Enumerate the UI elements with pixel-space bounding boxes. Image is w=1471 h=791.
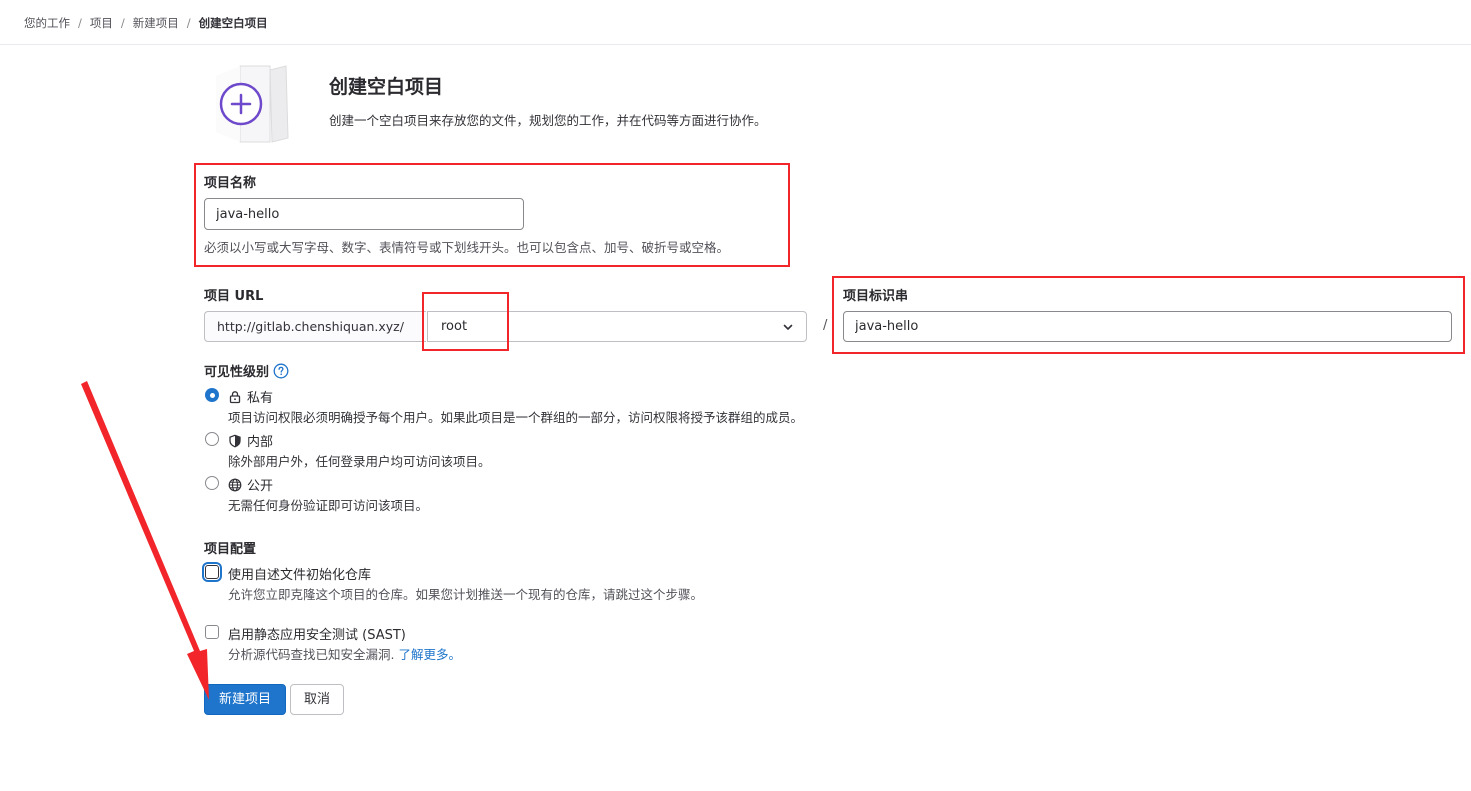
breadcrumb-projects[interactable]: 项目 — [90, 15, 113, 31]
breadcrumb-separator: / — [120, 16, 125, 30]
breadcrumb-separator: / — [78, 16, 82, 30]
learn-more-link[interactable]: 了解更多。 — [398, 647, 461, 662]
project-name-label: 项目名称 — [204, 176, 257, 191]
visibility-desc-internal: 除外部用户外，任何登录用户均可访问该项目。 — [228, 454, 491, 469]
sast-desc-text: 分析源代码查找已知安全漏洞. — [228, 647, 395, 662]
namespace-value: root — [441, 319, 468, 334]
header-divider — [0, 44, 1471, 45]
page-description: 创建一个空白项目来存放您的文件，规划您的工作，并在代码等方面进行协作。 — [329, 113, 767, 128]
cancel-button[interactable]: 取消 — [290, 684, 344, 715]
visibility-label-public: 公开 — [247, 479, 274, 494]
readme-option-desc: 允许您立即克隆这个项目的仓库。如果您计划推送一个现有的仓库，请跳过这个步骤。 — [228, 587, 704, 602]
create-project-button[interactable]: 新建项目 — [204, 684, 286, 715]
breadcrumb-separator: / — [186, 16, 191, 30]
visibility-radio-public[interactable] — [205, 476, 219, 490]
project-name-input[interactable] — [204, 198, 524, 230]
visibility-radio-private[interactable] — [205, 388, 219, 402]
globe-icon — [228, 478, 242, 491]
project-url-prefix: http://gitlab.chenshiquan.xyz/ — [204, 311, 426, 342]
visibility-desc-public: 无需任何身份验证即可访问该项目。 — [228, 498, 429, 513]
readme-option-label[interactable]: 使用自述文件初始化仓库 — [228, 564, 371, 583]
shield-icon — [229, 434, 241, 447]
visibility-option-private[interactable]: 私有 — [228, 387, 273, 406]
breadcrumb: 您的工作 / 项目 / 新建项目 / 创建空白项目 — [24, 15, 268, 31]
project-slug-label: 项目标识串 — [843, 289, 909, 304]
project-config-label: 项目配置 — [204, 542, 257, 557]
page-title: 创建空白项目 — [329, 76, 444, 98]
visibility-option-internal[interactable]: 内部 — [228, 431, 273, 450]
lock-icon — [229, 390, 241, 403]
plus-circle-icon — [212, 62, 304, 146]
project-url-label: 项目 URL — [204, 289, 264, 304]
breadcrumb-new-project[interactable]: 新建项目 — [133, 15, 179, 31]
visibility-desc-private: 项目访问权限必须明确授予每个用户。如果此项目是一个群组的一部分，访问权限将授予该… — [228, 410, 804, 425]
sast-option-desc: 分析源代码查找已知安全漏洞. 了解更多。 — [228, 644, 461, 663]
namespace-select[interactable]: root — [427, 311, 807, 342]
visibility-radio-internal[interactable] — [205, 432, 219, 446]
sast-checkbox[interactable] — [205, 625, 219, 639]
visibility-heading: 可见性级别 — [204, 361, 289, 380]
visibility-option-public[interactable]: 公开 — [228, 475, 273, 494]
visibility-label: 可见性级别 — [204, 365, 270, 380]
url-slug-separator: / — [823, 318, 828, 333]
readme-checkbox[interactable] — [205, 565, 219, 579]
visibility-label-private: 私有 — [247, 391, 274, 406]
question-circle-icon[interactable] — [273, 363, 289, 379]
project-name-help: 必须以小写或大写字母、数字、表情符号或下划线开头。也可以包含点、加号、破折号或空… — [204, 240, 730, 255]
sast-option-label[interactable]: 启用静态应用安全测试 (SAST) — [228, 624, 406, 643]
breadcrumb-current: 创建空白项目 — [198, 16, 268, 30]
breadcrumb-your-work[interactable]: 您的工作 — [24, 15, 70, 31]
project-slug-input[interactable] — [843, 311, 1452, 342]
chevron-down-icon — [783, 324, 793, 330]
visibility-label-internal: 内部 — [247, 435, 274, 450]
